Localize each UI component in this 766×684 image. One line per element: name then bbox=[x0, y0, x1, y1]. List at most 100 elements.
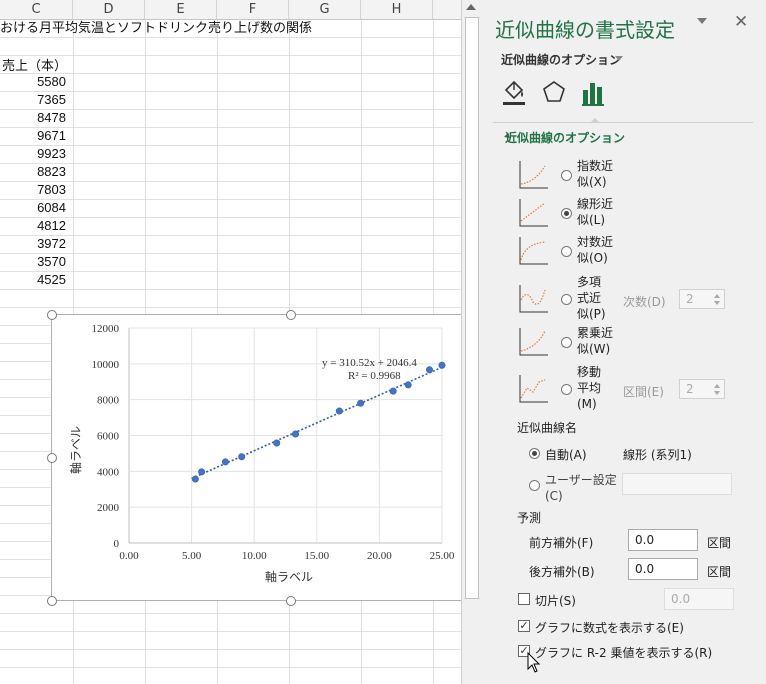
chart-resize-handle-bl[interactable] bbox=[47, 596, 57, 606]
row-gridline bbox=[0, 649, 461, 650]
trend-type-label[interactable]: 多項 式近 似(P) bbox=[577, 274, 606, 322]
data-point[interactable] bbox=[404, 381, 412, 389]
data-point[interactable] bbox=[238, 453, 246, 461]
trend-type-row[interactable]: 累乗近 似(W) bbox=[519, 323, 759, 363]
row-gridline bbox=[0, 145, 461, 146]
scrollbar-thumb[interactable] bbox=[465, 17, 479, 599]
r-squared-label[interactable]: R² = 0.9968 bbox=[348, 370, 401, 382]
row-gridline bbox=[0, 631, 461, 632]
data-point[interactable] bbox=[292, 430, 300, 438]
chart-resize-handle-left[interactable] bbox=[47, 453, 57, 463]
show-equation-checkbox[interactable]: ✓ bbox=[518, 620, 530, 632]
sales-value-cell[interactable]: 6084 bbox=[0, 199, 66, 217]
options-selector[interactable]: 近似曲線のオプション bbox=[501, 51, 621, 68]
chart-resize-handle-top[interactable] bbox=[286, 310, 296, 320]
worksheet[interactable]: C D E F G H おける月平均気温とソフトドリンク売り上げ数の関係 売上（… bbox=[0, 0, 461, 684]
trend-type-radio[interactable] bbox=[561, 384, 572, 395]
intercept-field[interactable]: 0.0 bbox=[664, 588, 734, 610]
forward-field[interactable]: 0.0 bbox=[628, 529, 698, 551]
sales-value-cell[interactable]: 4812 bbox=[0, 217, 66, 235]
section-trendline-options[interactable]: 近似曲線のオプション bbox=[505, 129, 625, 146]
custom-name-radio[interactable] bbox=[529, 480, 540, 491]
data-point[interactable] bbox=[425, 366, 433, 374]
trend-type-radio[interactable] bbox=[561, 246, 572, 257]
trendline-options-bar-icon[interactable] bbox=[581, 78, 607, 108]
sales-value-cell[interactable]: 7365 bbox=[0, 91, 66, 109]
x-tick-label: 0.00 bbox=[119, 550, 139, 562]
forward-label: 前方補外(F) bbox=[529, 536, 594, 550]
effects-pentagon-icon[interactable] bbox=[541, 78, 567, 108]
sales-header-cell[interactable]: 売上（本） bbox=[2, 55, 67, 74]
trend-type-label[interactable]: 指数近 似(X) bbox=[577, 158, 613, 190]
column-header-e[interactable]: E bbox=[145, 0, 217, 19]
trend-type-row[interactable]: 多項 式近 似(P) 次数(D) 2 bbox=[519, 275, 759, 321]
spin-up-icon[interactable] bbox=[714, 294, 720, 298]
spin-down-icon[interactable] bbox=[714, 301, 720, 305]
trend-type-row[interactable]: 移動 平均 (M) 区間(E) 2 bbox=[519, 365, 759, 411]
column-header-h[interactable]: H bbox=[361, 0, 433, 19]
sales-value-cell[interactable]: 8478 bbox=[0, 109, 66, 127]
trendline-equation[interactable]: y = 310.52x + 2046.4 bbox=[322, 357, 417, 369]
y-axis-title[interactable]: 軸ラベル bbox=[69, 426, 83, 474]
y-tick-label: 12000 bbox=[92, 323, 120, 335]
trend-param-spinner[interactable]: 2 bbox=[679, 289, 725, 309]
data-point[interactable] bbox=[438, 361, 446, 369]
trend-type-label[interactable]: 移動 平均 (M) bbox=[577, 364, 601, 412]
data-point[interactable] bbox=[273, 439, 281, 447]
chart-resize-handle-bottom[interactable] bbox=[286, 596, 296, 606]
sales-value-cell[interactable]: 3570 bbox=[0, 253, 66, 271]
x-axis-title[interactable]: 軸ラベル bbox=[265, 570, 313, 584]
scatter-chart[interactable]: 0.00 5.00 10.00 15.00 20.00 25.00 0 2000 4000 60… bbox=[51, 314, 461, 601]
pane-menu-dropdown-icon[interactable] bbox=[697, 18, 707, 24]
column-header-g[interactable]: G bbox=[289, 0, 361, 19]
chevron-down-icon[interactable] bbox=[615, 56, 623, 61]
sheet-title-cell[interactable]: おける月平均気温とソフトドリンク売り上げ数の関係 bbox=[0, 19, 312, 37]
spin-down-icon[interactable] bbox=[714, 391, 720, 395]
sales-value-cell[interactable]: 8823 bbox=[0, 163, 66, 181]
row-gridline bbox=[0, 271, 461, 272]
sales-value-cell[interactable]: 5580 bbox=[0, 73, 66, 91]
backward-field[interactable]: 0.0 bbox=[628, 558, 698, 580]
trend-type-radio[interactable] bbox=[561, 208, 572, 219]
vertical-scrollbar[interactable] bbox=[461, 0, 481, 684]
auto-name-radio[interactable] bbox=[529, 448, 540, 459]
scroll-up-icon[interactable] bbox=[466, 4, 476, 10]
trend-type-row[interactable]: 対数近 似(O) bbox=[519, 232, 759, 272]
data-point[interactable] bbox=[389, 387, 397, 395]
custom-name-label[interactable]: ユーザー設定 (C) bbox=[545, 472, 617, 504]
trend-type-label[interactable]: 累乗近 似(W) bbox=[577, 325, 613, 357]
trend-param-spinner[interactable]: 2 bbox=[679, 379, 725, 399]
data-point[interactable] bbox=[198, 468, 206, 476]
data-point[interactable] bbox=[191, 475, 199, 483]
show-equation-label[interactable]: グラフに数式を表示する(E) bbox=[535, 619, 684, 636]
forward-unit: 区間 bbox=[707, 536, 732, 550]
column-header-f[interactable]: F bbox=[217, 0, 289, 19]
trend-type-label[interactable]: 線形近 似(L) bbox=[577, 196, 613, 228]
intercept-checkbox[interactable] bbox=[518, 593, 530, 605]
intercept-label[interactable]: 切片(S) bbox=[535, 592, 576, 609]
sales-value-cell[interactable]: 9923 bbox=[0, 145, 66, 163]
sales-value-cell[interactable]: 7803 bbox=[0, 181, 66, 199]
sales-value-cell[interactable]: 3972 bbox=[0, 235, 66, 253]
sales-value-cell[interactable]: 4525 bbox=[0, 271, 66, 289]
chart-resize-handle-tl[interactable] bbox=[47, 310, 57, 320]
data-point[interactable] bbox=[221, 458, 229, 466]
data-point[interactable] bbox=[335, 407, 343, 415]
data-point[interactable] bbox=[357, 399, 365, 407]
trend-type-radio[interactable] bbox=[561, 170, 572, 181]
trend-type-row[interactable]: 線形近 似(L) bbox=[519, 194, 759, 234]
column-header-d[interactable]: D bbox=[73, 0, 145, 19]
close-icon[interactable]: ✕ bbox=[734, 12, 748, 32]
auto-name-label[interactable]: 自動(A) bbox=[545, 446, 587, 463]
fill-line-icon[interactable] bbox=[501, 78, 527, 108]
trend-type-radio[interactable] bbox=[561, 294, 572, 305]
column-header-c[interactable]: C bbox=[0, 0, 73, 19]
sales-value-cell[interactable]: 9671 bbox=[0, 127, 66, 145]
trend-type-label[interactable]: 対数近 似(O) bbox=[577, 234, 613, 266]
spin-up-icon[interactable] bbox=[714, 384, 720, 388]
show-r2-label[interactable]: グラフに R-2 乗値を表示する(R) bbox=[535, 644, 712, 661]
trend-type-row[interactable]: 指数近 似(X) bbox=[519, 156, 759, 196]
trend-type-radio[interactable] bbox=[561, 337, 572, 348]
trend-param-value: 2 bbox=[686, 382, 694, 396]
custom-name-field[interactable] bbox=[622, 473, 732, 495]
